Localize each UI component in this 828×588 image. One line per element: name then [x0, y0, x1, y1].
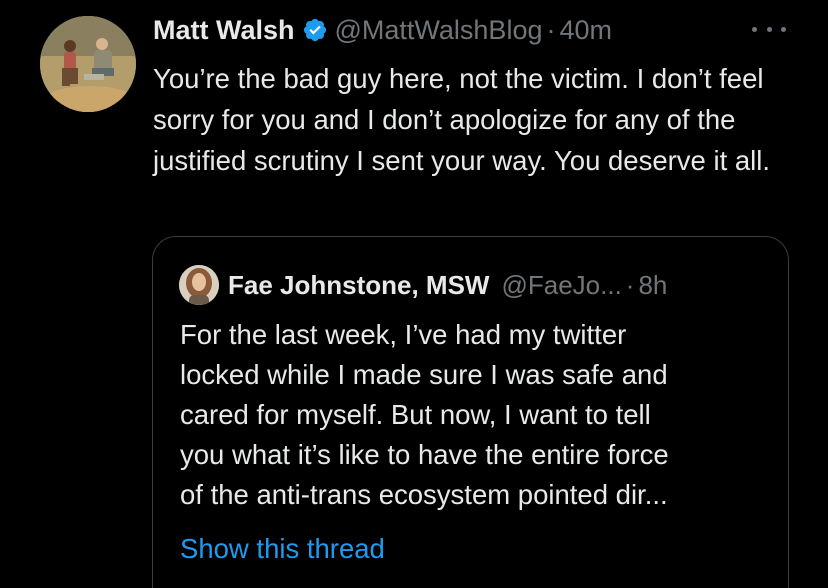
tweet-header: Matt Walsh @MattWalshBlog · 40m	[153, 12, 612, 48]
tweet-body: You’re the bad guy here, not the victim.…	[153, 63, 771, 176]
quoted-tweet[interactable]: Fae Johnstone, MSW @FaeJo... · 8h For th…	[152, 236, 789, 588]
avatar-photo-icon	[40, 16, 136, 112]
separator-dot: ·	[546, 14, 556, 45]
author-handle[interactable]: @MattWalshBlog	[335, 15, 543, 46]
verified-badge-icon	[303, 18, 326, 42]
quote-timestamp[interactable]: 8h	[638, 270, 667, 301]
author-avatar[interactable]	[40, 16, 136, 112]
quote-author-handle[interactable]: @FaeJo...	[501, 270, 621, 301]
quote-body: For the last week, I’ve had my twitter l…	[180, 315, 780, 515]
tweet[interactable]: Matt Walsh @MattWalshBlog · 40m You’re t…	[0, 0, 828, 588]
quote-line: For the last week, I’ve had my twitter	[180, 319, 627, 350]
separator-dot: ·	[625, 269, 635, 300]
quote-line: cared for myself. But now, I want to tel…	[180, 399, 651, 430]
quote-line: of the anti-trans ecosystem pointed dir.…	[180, 479, 668, 510]
tweet-timestamp[interactable]: 40m	[559, 15, 612, 46]
more-horizontal-icon	[752, 26, 757, 32]
quote-author-avatar[interactable]	[179, 265, 219, 305]
avatar-photo-icon	[179, 265, 219, 305]
author-name[interactable]: Matt Walsh	[153, 15, 295, 46]
quote-line: you what it’s like to have the entire fo…	[180, 439, 669, 470]
quote-author-name[interactable]: Fae Johnstone, MSW	[228, 270, 489, 301]
quote-header: Fae Johnstone, MSW @FaeJo... · 8h	[179, 265, 667, 305]
show-thread-link[interactable]: Show this thread	[180, 533, 385, 565]
more-options-button[interactable]	[752, 18, 786, 40]
quote-line: locked while I made sure I was safe and	[180, 359, 668, 390]
